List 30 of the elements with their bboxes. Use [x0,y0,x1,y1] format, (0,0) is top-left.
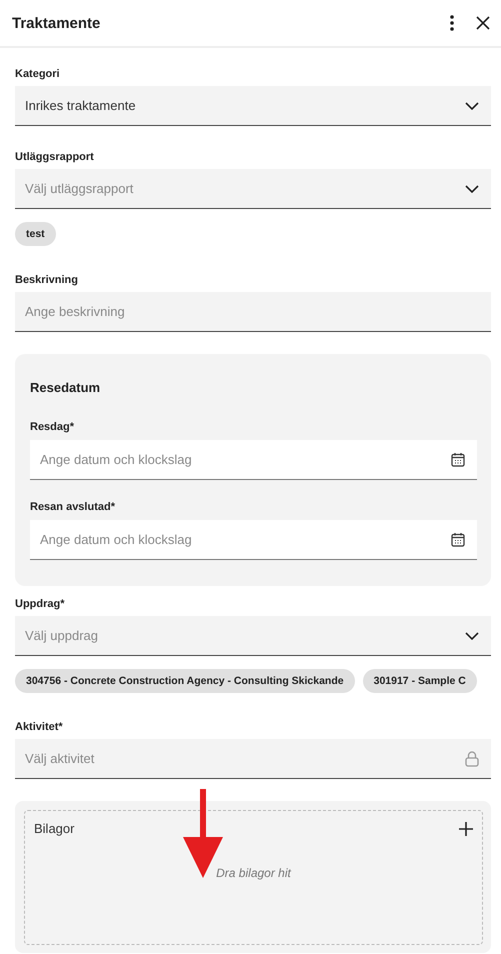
date-field[interactable]: Ange datum och klockslag [30,520,477,560]
tag-chip[interactable]: test [15,222,56,246]
attachments-label: Bilagor [34,821,74,836]
select-field[interactable]: Välj utläggsrapport [15,169,491,209]
text-field[interactable]: Ange beskrivning [15,292,491,332]
plus-icon[interactable] [459,822,473,836]
field-label: Kategori [15,68,61,81]
more-icon[interactable] [450,15,454,31]
field-label: Utläggsrapport [15,151,95,164]
field-label: Beskrivning [15,274,79,287]
field-label: Resdag* [30,421,76,434]
drop-hint: Dra bilagor hit [216,866,291,880]
lock-icon [465,750,479,766]
field-label: Uppdrag* [15,598,66,611]
tag-chip[interactable]: 301917 - Sample C [362,669,477,693]
chevron-down-icon [465,184,479,192]
close-icon[interactable] [476,16,490,30]
panel-title: Traktamente [12,14,100,32]
date-field[interactable]: Ange datum och klockslag [30,440,477,480]
field-label: Resan avslutad* [30,501,116,514]
select-field[interactable]: Inrikes traktamente [15,86,491,126]
calendar-icon [451,532,465,547]
chevron-down-icon [465,102,479,110]
tag-chip[interactable]: 304756 - Concrete Construction Agency - Consulting Skickande [15,669,355,693]
calendar-icon [451,452,465,467]
locked-field[interactable]: Välj aktivitet [15,739,491,779]
field-label: Aktivitet* [15,721,64,734]
chevron-down-icon [465,632,479,640]
select-field[interactable]: Välj uppdrag [15,616,491,656]
group-title: Resedatum [30,380,102,395]
